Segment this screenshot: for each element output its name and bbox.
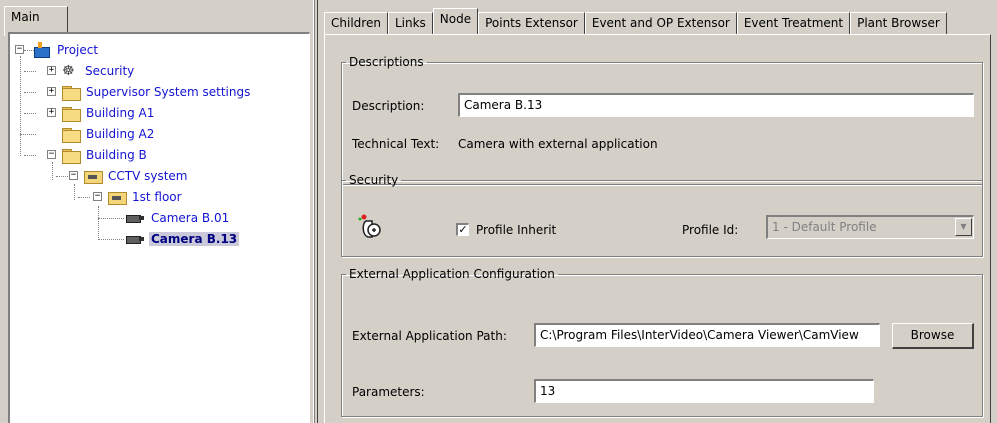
tree-item-label: Building A2: [86, 127, 155, 141]
tree-item-building-b[interactable]: Building B: [62, 145, 149, 165]
tree-connector: [98, 206, 99, 240]
security-group: Security ✓ Profile Inherit Profile Id: 1…: [341, 173, 983, 257]
security-legend: Security: [349, 173, 399, 187]
tree-connector: [20, 56, 21, 156]
tree-item-label: CCTV system: [108, 169, 188, 183]
tab-event-op-extensor[interactable]: Event and OP Extensor: [584, 12, 737, 34]
tree-connector: [24, 155, 36, 156]
node-tab-panel: Descriptions Description: Camera B.13 Te…: [324, 34, 991, 423]
cctv-folder-icon: [108, 191, 127, 205]
folder-icon: [62, 85, 81, 101]
tree-connector: [98, 218, 124, 219]
collapse-1st-floor-button[interactable]: −: [93, 192, 102, 201]
descriptions-legend: Descriptions: [349, 55, 424, 69]
external-app-legend: External Application Configuration: [349, 267, 555, 281]
tree-item-building-a2[interactable]: Building A2: [62, 124, 156, 144]
parameters-label: Parameters:: [352, 385, 425, 399]
project-icon: [32, 42, 52, 58]
tree-item-1st-floor[interactable]: 1st floor: [108, 187, 184, 207]
tree-connector: [98, 239, 124, 240]
tree-item-camera-b01[interactable]: Camera B.01: [124, 208, 231, 228]
tree-item-label: Building A1: [86, 106, 155, 120]
tab-label: Points Extensor: [485, 16, 578, 30]
technical-text-label: Technical Text:: [352, 137, 440, 151]
description-input[interactable]: Camera B.13: [458, 93, 974, 117]
expand-building-a1-button[interactable]: +: [47, 108, 56, 117]
collapse-cctv-button[interactable]: −: [69, 171, 78, 180]
external-app-path-input[interactable]: C:\Program Files\InterVideo\Camera Viewe…: [534, 323, 880, 347]
tab-label: Event Treatment: [743, 16, 844, 30]
tree-item-label: Building B: [86, 148, 147, 162]
tab-points-extensor[interactable]: Points Extensor: [478, 12, 585, 34]
tree-connector: [20, 134, 36, 135]
tree-connector: [78, 197, 90, 198]
camera-icon: [124, 234, 146, 244]
tab-node[interactable]: Node: [432, 8, 479, 34]
tab-event-treatment[interactable]: Event Treatment: [736, 12, 851, 34]
profile-inherit-label: Profile Inherit: [476, 223, 557, 237]
profile-id-select[interactable]: 1 - Default Profile ▼: [766, 215, 974, 239]
tree-connector: [52, 162, 53, 180]
tree-item-label-selected: Camera B.13: [149, 232, 240, 246]
collapse-building-b-button[interactable]: −: [47, 150, 56, 159]
security-icon: ☸: [62, 63, 75, 79]
folder-icon: [62, 127, 81, 143]
description-label: Description:: [352, 99, 425, 113]
tree-item-security[interactable]: ☸ Security: [62, 61, 136, 81]
tree-item-cctv-system[interactable]: CCTV system: [84, 166, 190, 186]
tree-connector: [24, 92, 36, 93]
profile-inherit-checkbox[interactable]: ✓: [456, 223, 469, 236]
tab-label: Node: [439, 12, 472, 26]
tab-links[interactable]: Links: [387, 12, 433, 34]
tree-item-label: Project: [57, 43, 99, 57]
tab-label: Children: [331, 16, 381, 30]
collapse-project-button[interactable]: −: [15, 45, 24, 54]
browse-button[interactable]: Browse: [892, 323, 974, 349]
tree-item-label: Supervisor System settings: [86, 85, 251, 99]
tab-children[interactable]: Children: [324, 12, 388, 34]
tab-label: Event and OP Extensor: [591, 16, 730, 30]
profile-id-label: Profile Id:: [682, 223, 739, 237]
camera-icon: [124, 213, 146, 223]
right-pane: Children Links Node Points Extensor Even…: [320, 0, 997, 423]
tree-item-label: 1st floor: [132, 190, 182, 204]
folder-icon: [62, 106, 81, 122]
pane-splitter[interactable]: [311, 0, 320, 423]
dropdown-arrow-icon[interactable]: ▼: [955, 218, 972, 236]
tab-label: Plant Browser: [857, 16, 940, 30]
external-app-path-label: External Application Path:: [352, 329, 507, 343]
tab-plant-browser[interactable]: Plant Browser: [850, 12, 947, 34]
tree-connector: [24, 113, 36, 114]
tree-item-supervisor[interactable]: Supervisor System settings: [62, 82, 252, 102]
tree-connector: [74, 184, 75, 200]
expand-supervisor-button[interactable]: +: [47, 87, 56, 96]
left-pane: Main − + + + − − − Project ☸ Security Su…: [0, 0, 311, 423]
expand-security-button[interactable]: +: [47, 66, 56, 75]
profile-id-value: 1 - Default Profile: [772, 220, 877, 234]
tree-connector: [56, 176, 68, 177]
technical-text-value: Camera with external application: [458, 137, 658, 151]
tree-item-label: Security: [85, 64, 135, 78]
browse-button-label: Browse: [910, 328, 955, 342]
external-app-group: External Application Configuration Exter…: [341, 267, 983, 417]
folder-icon: [62, 148, 81, 164]
security-profile-icon: [358, 214, 381, 238]
tree-item-label: Camera B.01: [151, 211, 230, 225]
descriptions-group: Descriptions Description: Camera B.13 Te…: [341, 55, 983, 185]
tree-item-building-a1[interactable]: Building A1: [62, 103, 156, 123]
tabstrip: Children Links Node Points Extensor Even…: [324, 8, 947, 34]
tab-label: Links: [394, 16, 426, 30]
tree-connector: [24, 71, 36, 72]
tree-item-camera-b13[interactable]: Camera B.13: [124, 229, 240, 249]
parameters-input[interactable]: 13: [534, 379, 874, 403]
tab-main-label: Main: [11, 10, 40, 24]
cctv-folder-icon: [84, 170, 103, 184]
project-tree[interactable]: − + + + − − − Project ☸ Security Supervi…: [8, 32, 310, 423]
tree-item-project[interactable]: Project: [32, 40, 100, 60]
